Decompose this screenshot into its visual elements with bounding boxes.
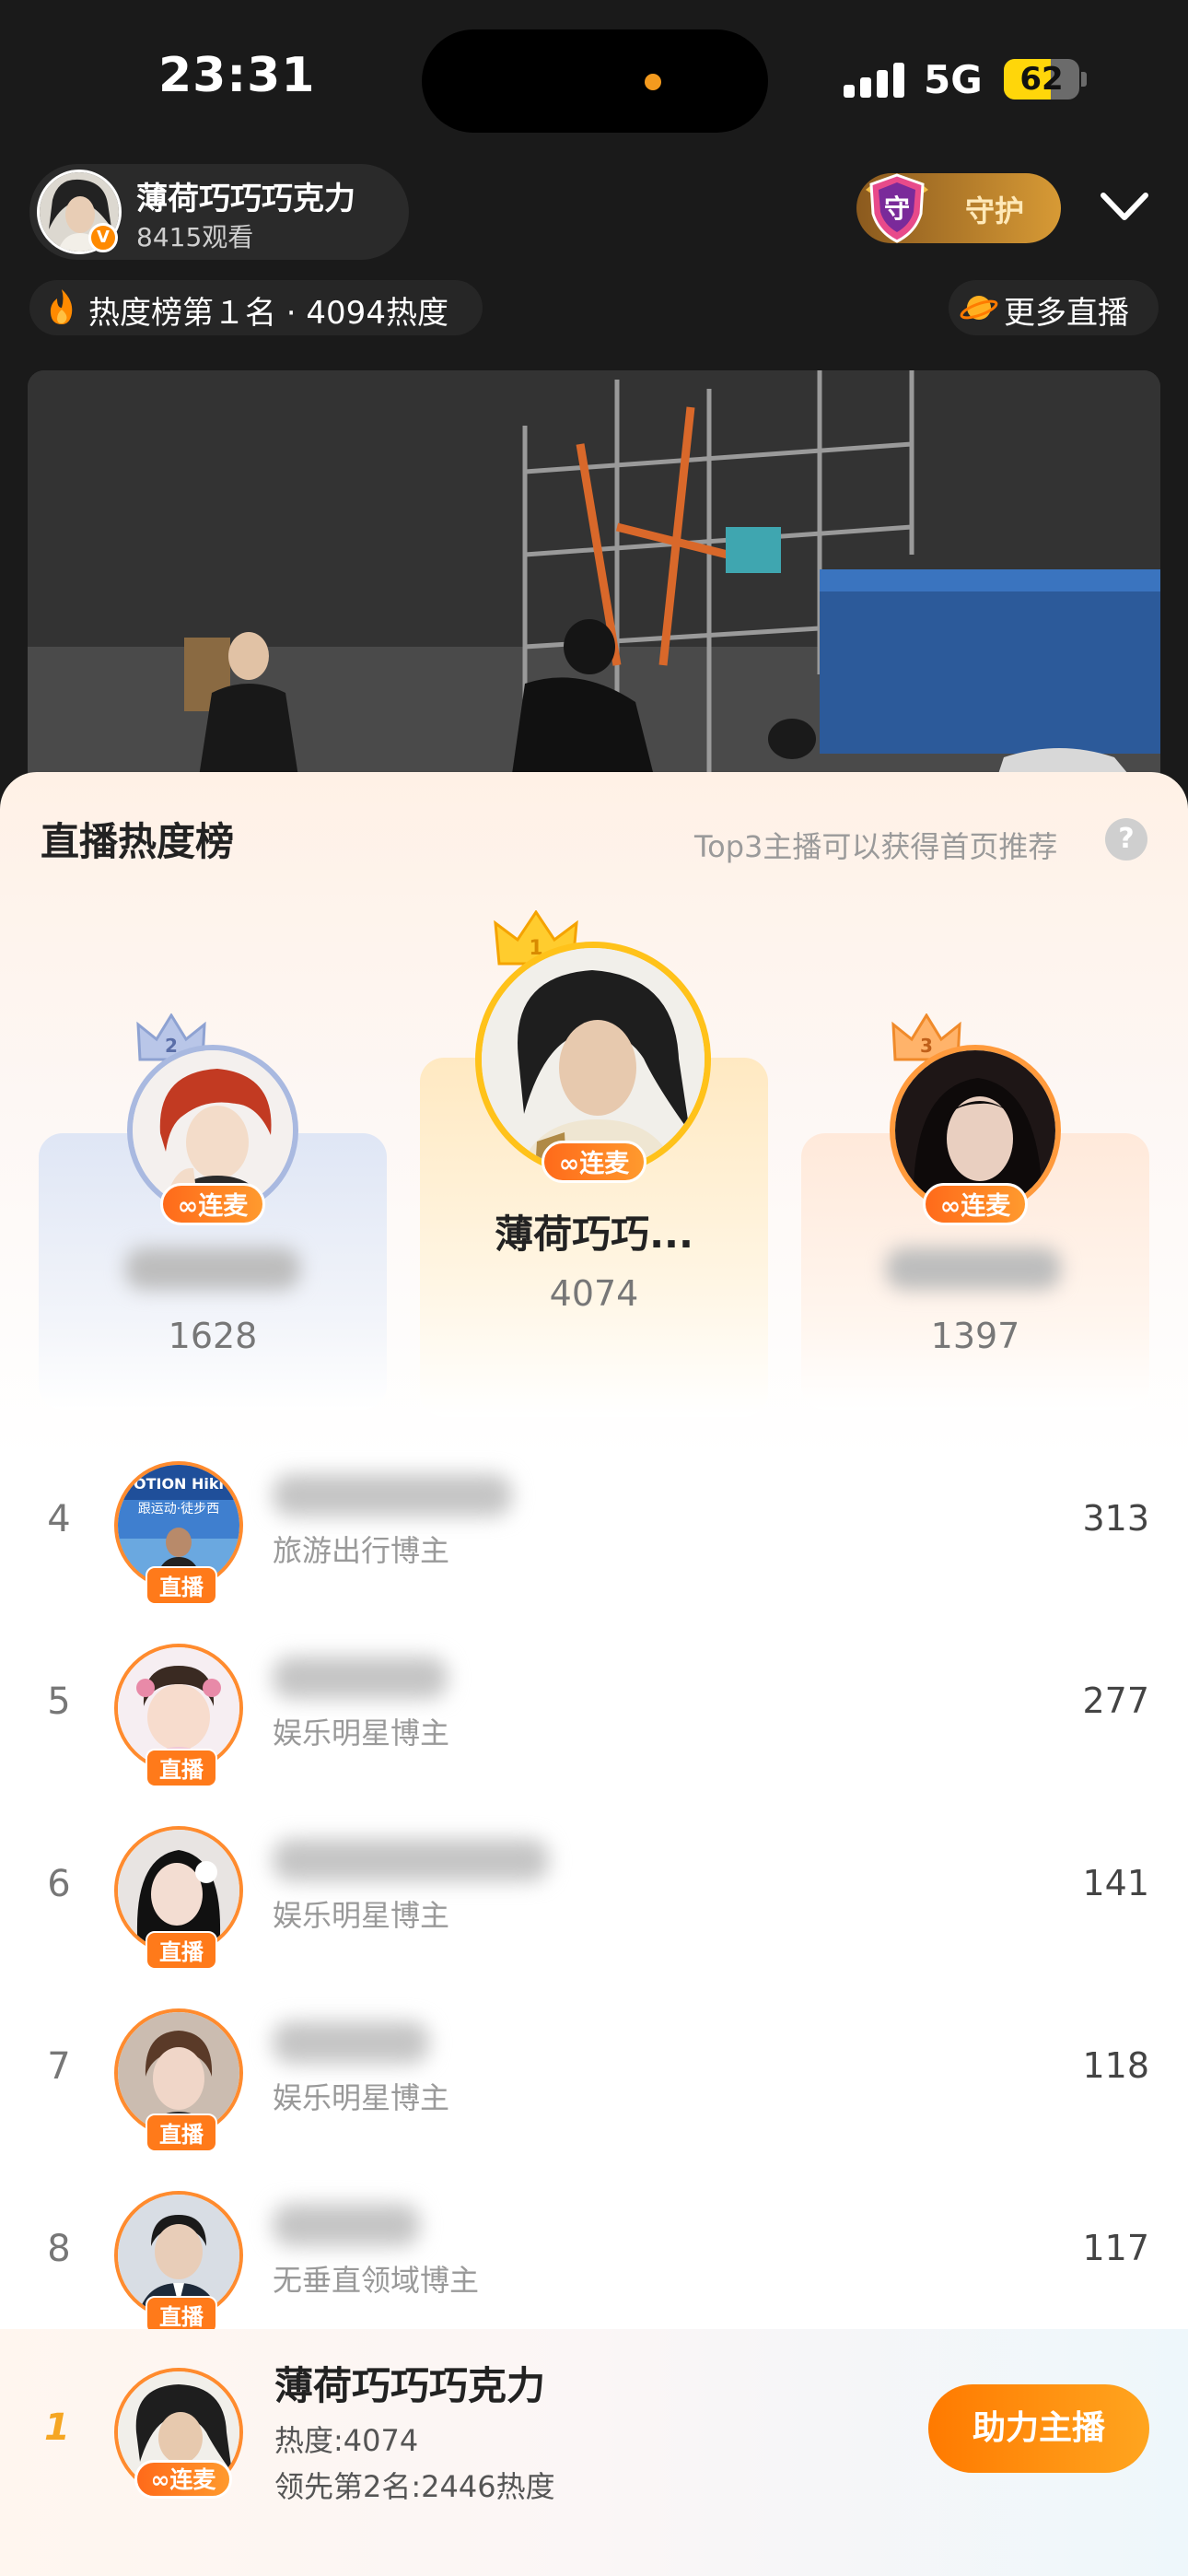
link-icon: ∞ — [177, 1192, 199, 1221]
rank-2-link-tag: ∞连麦 — [160, 1183, 265, 1225]
list-name-blurred — [273, 2204, 420, 2246]
list-score: 118 — [1082, 2045, 1149, 2086]
list-category: 娱乐明星博主 — [273, 2080, 450, 2115]
list-score: 117 — [1082, 2228, 1149, 2268]
list-score: 141 — [1082, 1863, 1149, 1903]
my-heat: 热度:4074 — [274, 2423, 419, 2458]
list-item[interactable]: 7 直播 娱乐明星博主 118 — [0, 1996, 1188, 2178]
rank-number: 5 — [47, 1680, 71, 1723]
rank-1-score: 4074 — [549, 1273, 639, 1314]
rank-number: 6 — [47, 1863, 71, 1905]
my-rank-number: 1 — [44, 2406, 70, 2449]
guard-shield-icon: 守 — [866, 173, 928, 243]
more-live-label: 更多直播 — [1004, 295, 1129, 332]
sheet-tip: Top3主播可以获得首页推荐 — [694, 829, 1058, 864]
status-time: 23:31 — [158, 48, 316, 103]
svg-text:3: 3 — [920, 1035, 933, 1057]
list-item[interactable]: 4 OTION Hiki 跟运动·徒步西 直播 旅游出行博主 313 — [0, 1448, 1188, 1631]
rank-number: 8 — [47, 2228, 71, 2270]
rank-number: 4 — [47, 1498, 71, 1540]
sheet-title: 直播热度榜 — [41, 819, 235, 864]
list-category: 旅游出行博主 — [273, 1533, 450, 1568]
list-name-blurred — [273, 1474, 512, 1516]
rank-2-name-blurred — [125, 1247, 300, 1290]
list-category: 娱乐明星博主 — [273, 1898, 450, 1933]
svg-text:OTION Hiki: OTION Hiki — [134, 1475, 224, 1493]
list-category: 娱乐明星博主 — [273, 1715, 450, 1751]
boost-host-button[interactable]: 助力主播 — [928, 2384, 1149, 2473]
battery-nub — [1081, 72, 1087, 87]
heat-rank-text: 热度榜第１名 · 4094热度 — [88, 295, 448, 332]
network-type: 5G — [924, 57, 983, 102]
help-icon[interactable]: ? — [1105, 818, 1147, 861]
recording-indicator-icon — [645, 74, 661, 90]
svg-text:跟运动·徒步西: 跟运动·徒步西 — [138, 1502, 219, 1516]
rank-3-tag-label: 连麦 — [961, 1192, 1011, 1221]
rank-3-link-tag: ∞连麦 — [923, 1183, 1028, 1225]
live-video[interactable] — [28, 370, 1160, 813]
link-icon: ∞ — [150, 2466, 170, 2493]
signal-icon — [844, 63, 904, 98]
rank-2-score: 1628 — [168, 1316, 258, 1356]
my-rank-bar: 1 ∞连麦 薄荷巧巧巧克力 热度:4074 领先第2名:2446热度 助力主播 — [0, 2329, 1188, 2576]
my-name: 薄荷巧巧巧克力 — [274, 2363, 546, 2408]
link-icon: ∞ — [939, 1192, 961, 1221]
list-name-blurred — [273, 2021, 429, 2064]
planet-icon — [960, 296, 998, 320]
rank-1-tag-label: 连麦 — [579, 1150, 630, 1178]
rank-1-link-tag: ∞连麦 — [542, 1141, 646, 1183]
live-tag: 直播 — [146, 1566, 217, 1605]
my-lead: 领先第2名:2446热度 — [274, 2469, 555, 2504]
viewer-count: 8415观看 — [136, 222, 254, 252]
svg-text:守: 守 — [884, 193, 910, 224]
rank-2-tag-label: 连麦 — [198, 1192, 249, 1221]
list-item[interactable]: 6 直播 娱乐明星博主 141 — [0, 1813, 1188, 1996]
video-frame — [28, 370, 1160, 813]
status-bar: 23:31 5G 62 — [0, 0, 1188, 157]
heat-rank-sheet: 直播热度榜 Top3主播可以获得首页推荐 ? 1 ∞连麦 薄荷巧巧... 407… — [0, 772, 1188, 2576]
list-name-blurred — [273, 1657, 448, 1699]
my-tag-label: 连麦 — [169, 2466, 216, 2493]
dynamic-island — [422, 29, 768, 133]
rank-1-name: 薄荷巧巧... — [495, 1212, 693, 1257]
live-tag: 直播 — [146, 1749, 217, 1787]
live-tag: 直播 — [146, 1931, 217, 1970]
list-score: 277 — [1082, 1680, 1149, 1721]
battery-percent: 62 — [1019, 61, 1064, 98]
chevron-down-icon[interactable] — [1100, 190, 1149, 223]
link-icon: ∞ — [558, 1150, 580, 1178]
rank-3-name-blurred — [886, 1247, 1061, 1290]
rank-3-score: 1397 — [930, 1316, 1020, 1356]
rank-number: 7 — [47, 2045, 71, 2088]
list-score: 313 — [1082, 1498, 1149, 1539]
my-link-tag: ∞连麦 — [134, 2460, 232, 2499]
battery-icon: 62 — [1004, 59, 1079, 100]
list-item[interactable]: 5 直播 娱乐明星博主 277 — [0, 1631, 1188, 1813]
list-category: 无垂直领域博主 — [273, 2263, 480, 2298]
list-name-blurred — [273, 1839, 549, 1881]
guard-label: 守护 — [965, 193, 1025, 228]
verified-badge-icon: V — [88, 223, 118, 252]
live-tag: 直播 — [146, 2113, 217, 2152]
fire-icon — [50, 289, 73, 324]
host-name: 薄荷巧巧巧克力 — [136, 181, 355, 217]
